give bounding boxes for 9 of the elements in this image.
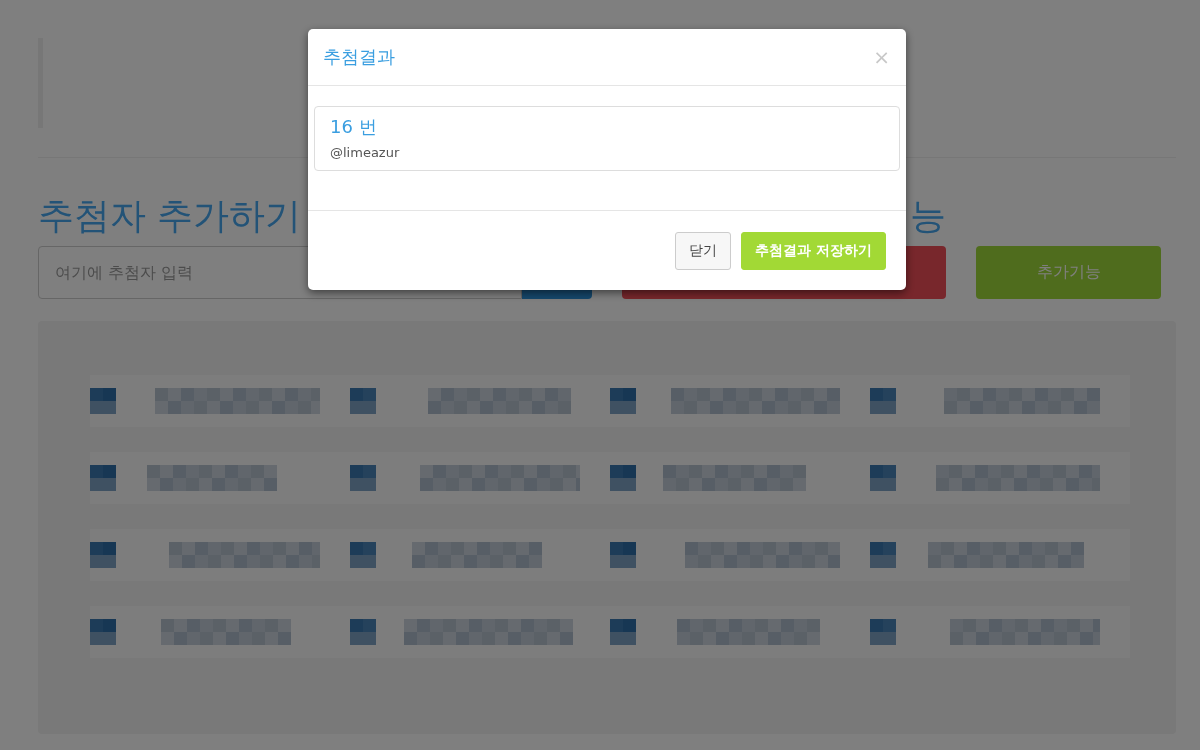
result-number: 16 번 [330,115,378,139]
close-button[interactable]: × [873,45,890,69]
save-button[interactable]: 추첨결과 저장하기 [741,231,886,270]
extra-feature-button[interactable]: 추가기능 [976,246,1161,299]
winner-handle: @limeazur [330,145,401,160]
modal-title: 추첨결과 [323,45,395,69]
section-heading: 추첨자 추가하기 [38,194,303,238]
close-button[interactable]: 닫기 [675,231,732,270]
section-heading: 능 [909,194,946,238]
